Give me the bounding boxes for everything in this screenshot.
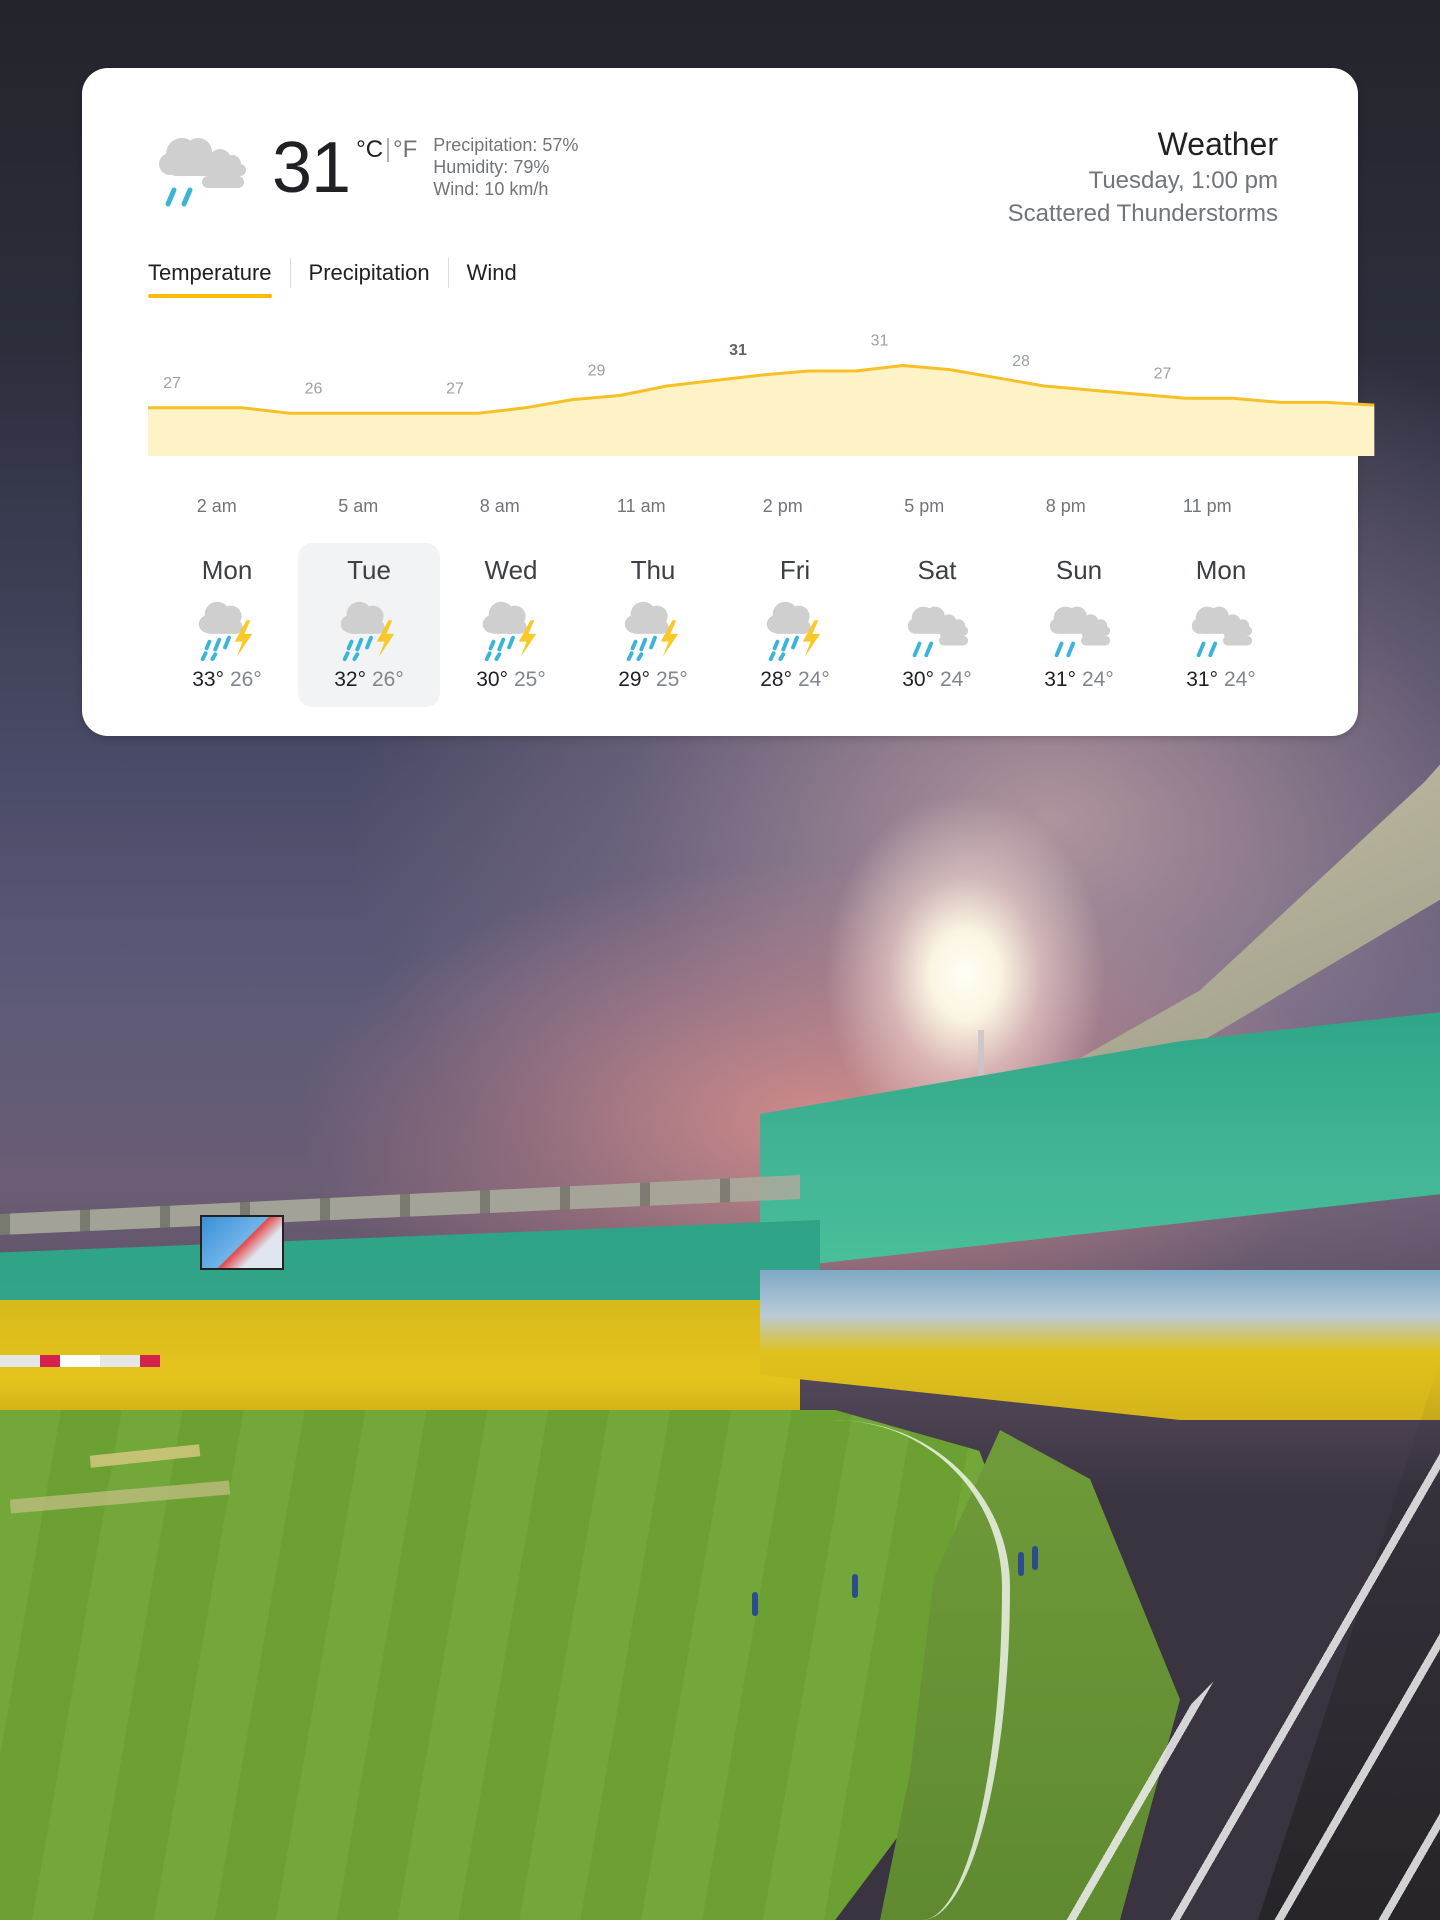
current-details: Precipitation: 57% Humidity: 79% Wind: 1… [433, 134, 578, 200]
forecast-high: 31° [1044, 668, 1076, 691]
player [1032, 1546, 1038, 1570]
temperature-label: 26 [305, 380, 323, 397]
forecast-high: 28° [760, 668, 792, 691]
time-tick-label: 8 pm [1045, 496, 1086, 516]
unit-separator [387, 138, 390, 162]
forecast-day-name: Sat [917, 555, 957, 585]
unit-toggle: °C °F [356, 136, 417, 164]
weather-header: Weather Tuesday, 1:00 pm Scattered Thund… [1008, 124, 1278, 230]
forecast-day-name: Tue [347, 555, 391, 585]
thunderstorm-icon [340, 601, 395, 662]
forecast-low: 24° [798, 668, 830, 691]
weather-condition: Scattered Thunderstorms [1007, 200, 1278, 227]
forecast-high: 32° [334, 668, 366, 691]
forecast-low: 25° [514, 668, 546, 691]
forecast-high: 30° [902, 668, 934, 691]
time-tick-label: 5 am [338, 496, 379, 516]
cloudy-rain-icon [1049, 606, 1111, 658]
thunderstorm-icon [198, 601, 253, 662]
forecast-temps: 31° 24° [1008, 667, 1150, 693]
thunderstorm-icon [482, 601, 537, 662]
weather-tabs: Temperature Precipitation Wind [148, 258, 535, 300]
temperature-label: 27 [1154, 365, 1172, 382]
time-tick-label: 11 pm [1182, 496, 1232, 516]
fahrenheit-unit-button[interactable]: °F [393, 136, 417, 164]
celsius-unit-button[interactable]: °C [356, 136, 383, 164]
forecast-temps: 33° 26° [156, 667, 298, 693]
player [1018, 1552, 1024, 1576]
forecast-day-fri[interactable]: Fri 28° 24° [724, 543, 866, 707]
forecast-high: 29° [618, 668, 650, 691]
forecast-day-name: Sun [1055, 555, 1103, 585]
time-tick-label: 5 pm [904, 496, 945, 516]
forecast-day-mon[interactable]: Mon 33° 26° [156, 543, 298, 707]
forecast-day-sun[interactable]: Sun 31° 24° [1008, 543, 1150, 707]
forecast-low: 26° [372, 668, 404, 691]
advertising-banner [0, 1355, 160, 1367]
temperature-label: 29 [588, 363, 606, 380]
forecast-low: 26° [230, 668, 262, 691]
time-tick-label: 11 am [616, 496, 666, 516]
daily-forecast: Mon 33° 26° Tue 32° 26° Wed 30° 25° Thu 29° 25° Fri 2… [156, 543, 1292, 713]
forecast-temps: 29° 25° [582, 667, 724, 693]
cloudy-rain-icon [159, 138, 246, 207]
temperature-label: 27 [163, 375, 181, 392]
player [752, 1592, 758, 1616]
temperature-label: 27 [446, 380, 464, 397]
forecast-day-name: Mon [1195, 555, 1247, 585]
weather-datetime: Tuesday, 1:00 pm [1088, 167, 1278, 194]
time-tick-label: 2 pm [762, 496, 803, 516]
weather-title: Weather [1157, 126, 1278, 162]
current-temperature: 31 [272, 128, 351, 208]
temperature-label: 31 [729, 342, 747, 359]
cloudy-rain-icon [907, 606, 969, 658]
current-conditions: 31 °C °F Precipitation: 57% Humidity: 79… [152, 128, 578, 210]
forecast-temps: 30° 24° [866, 667, 1008, 693]
forecast-day-tue[interactable]: Tue 32° 26° [298, 543, 440, 707]
forecast-day-wed[interactable]: Wed 30° 25° [440, 543, 582, 707]
precipitation-text: Precipitation: 57% [433, 135, 579, 155]
forecast-temps: 30° 25° [440, 667, 582, 693]
forecast-day-mon[interactable]: Mon 31° 24° [1150, 543, 1292, 707]
weather-card: 31 °C °F Precipitation: 57% Humidity: 79… [82, 68, 1375, 736]
tab-wind[interactable]: Wind [449, 260, 535, 298]
forecast-high: 33° [192, 668, 224, 691]
player [852, 1574, 858, 1598]
temperature-area [148, 365, 1375, 456]
forecast-low: 25° [656, 668, 688, 691]
humidity-text: Humidity: 79% [433, 157, 550, 177]
tab-temperature[interactable]: Temperature [148, 260, 290, 298]
temperature-label: 28 [1012, 353, 1030, 370]
forecast-day-name: Wed [484, 555, 538, 585]
forecast-day-thu[interactable]: Thu 29° 25° [582, 543, 724, 707]
scoreboard [200, 1215, 284, 1270]
time-tick-label: 8 am [479, 496, 520, 516]
forecast-day-sat[interactable]: Sat 30° 24° [866, 543, 1008, 707]
forecast-low: 24° [1224, 668, 1256, 691]
forecast-high: 30° [476, 668, 508, 691]
forecast-day-name: Fri [779, 555, 811, 585]
time-axis: 2 am 5 am 8 am 11 am 2 pm 5 pm 8 pm 11 pm [148, 496, 1280, 526]
forecast-temps: 28° 24° [724, 667, 866, 693]
time-tick-label: 2 am [196, 496, 237, 516]
forecast-temps: 31° 24° [1150, 667, 1292, 693]
thunderstorm-icon [766, 601, 821, 662]
forecast-low: 24° [940, 668, 972, 691]
wind-text: Wind: 10 km/h [433, 179, 549, 199]
tab-precipitation[interactable]: Precipitation [291, 260, 448, 298]
boundary-rope [680, 1420, 1010, 1920]
cloudy-rain-icon [1191, 606, 1253, 658]
forecast-high: 31° [1186, 668, 1218, 691]
temperature-label: 31 [871, 333, 889, 350]
forecast-day-name: Thu [630, 555, 676, 585]
thunderstorm-icon [624, 601, 679, 662]
forecast-temps: 32° 26° [298, 667, 440, 693]
forecast-low: 24° [1082, 668, 1114, 691]
forecast-day-name: Mon [201, 555, 253, 585]
